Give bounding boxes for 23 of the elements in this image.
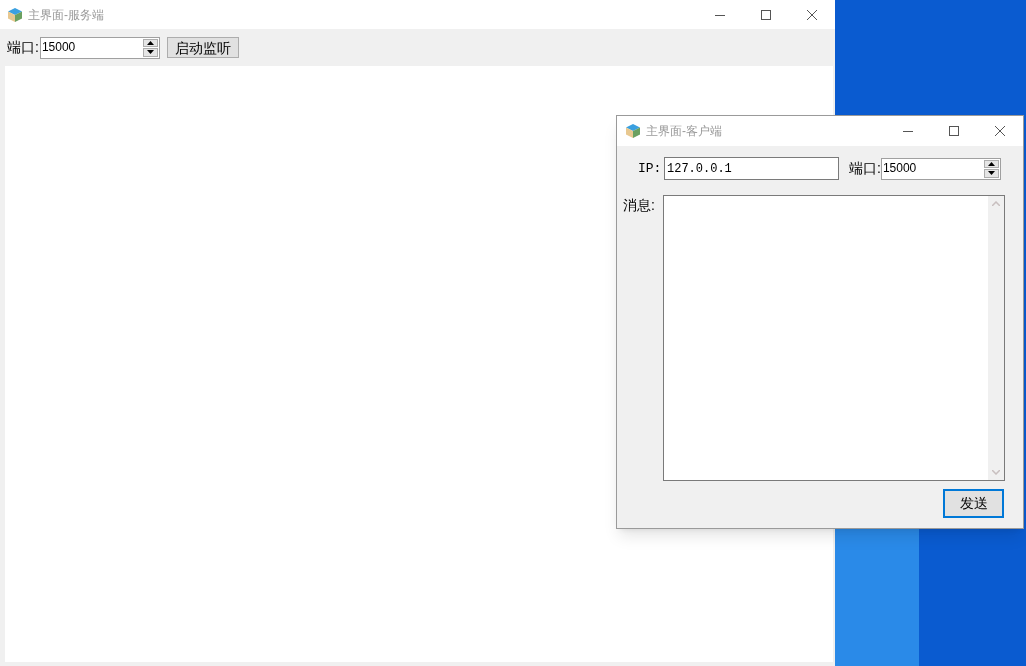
maximize-icon[interactable] [761,9,771,20]
window-title: 主界面-服务端 [28,6,104,24]
spin-down-icon[interactable] [142,48,158,57]
port-value: 15000 [881,159,918,177]
spin-down-icon[interactable] [983,169,999,178]
port-label: 端口: [7,38,39,57]
ip-label: IP: [638,159,663,178]
send-button[interactable]: 发送 [943,489,1004,518]
maximize-icon[interactable] [949,126,959,136]
app-cube-icon [7,6,23,23]
port-label: 端口: [849,159,881,178]
spin-up-icon[interactable] [142,38,158,47]
spin-up-icon[interactable] [983,159,999,168]
port-spinbox[interactable]: 15000 [880,157,1001,180]
window-title: 主界面-客户端 [646,123,722,140]
port-spinbox[interactable]: 15000 [39,36,160,59]
message-label: 消息: [623,196,656,215]
app-cube-icon [625,123,641,139]
close-icon[interactable] [807,9,817,20]
start-listen-button[interactable]: 启动监听 [166,37,239,58]
port-value: 15000 [40,38,77,56]
close-icon[interactable] [995,126,1005,136]
ip-input-field[interactable]: 127.0.0.1 [664,157,839,180]
